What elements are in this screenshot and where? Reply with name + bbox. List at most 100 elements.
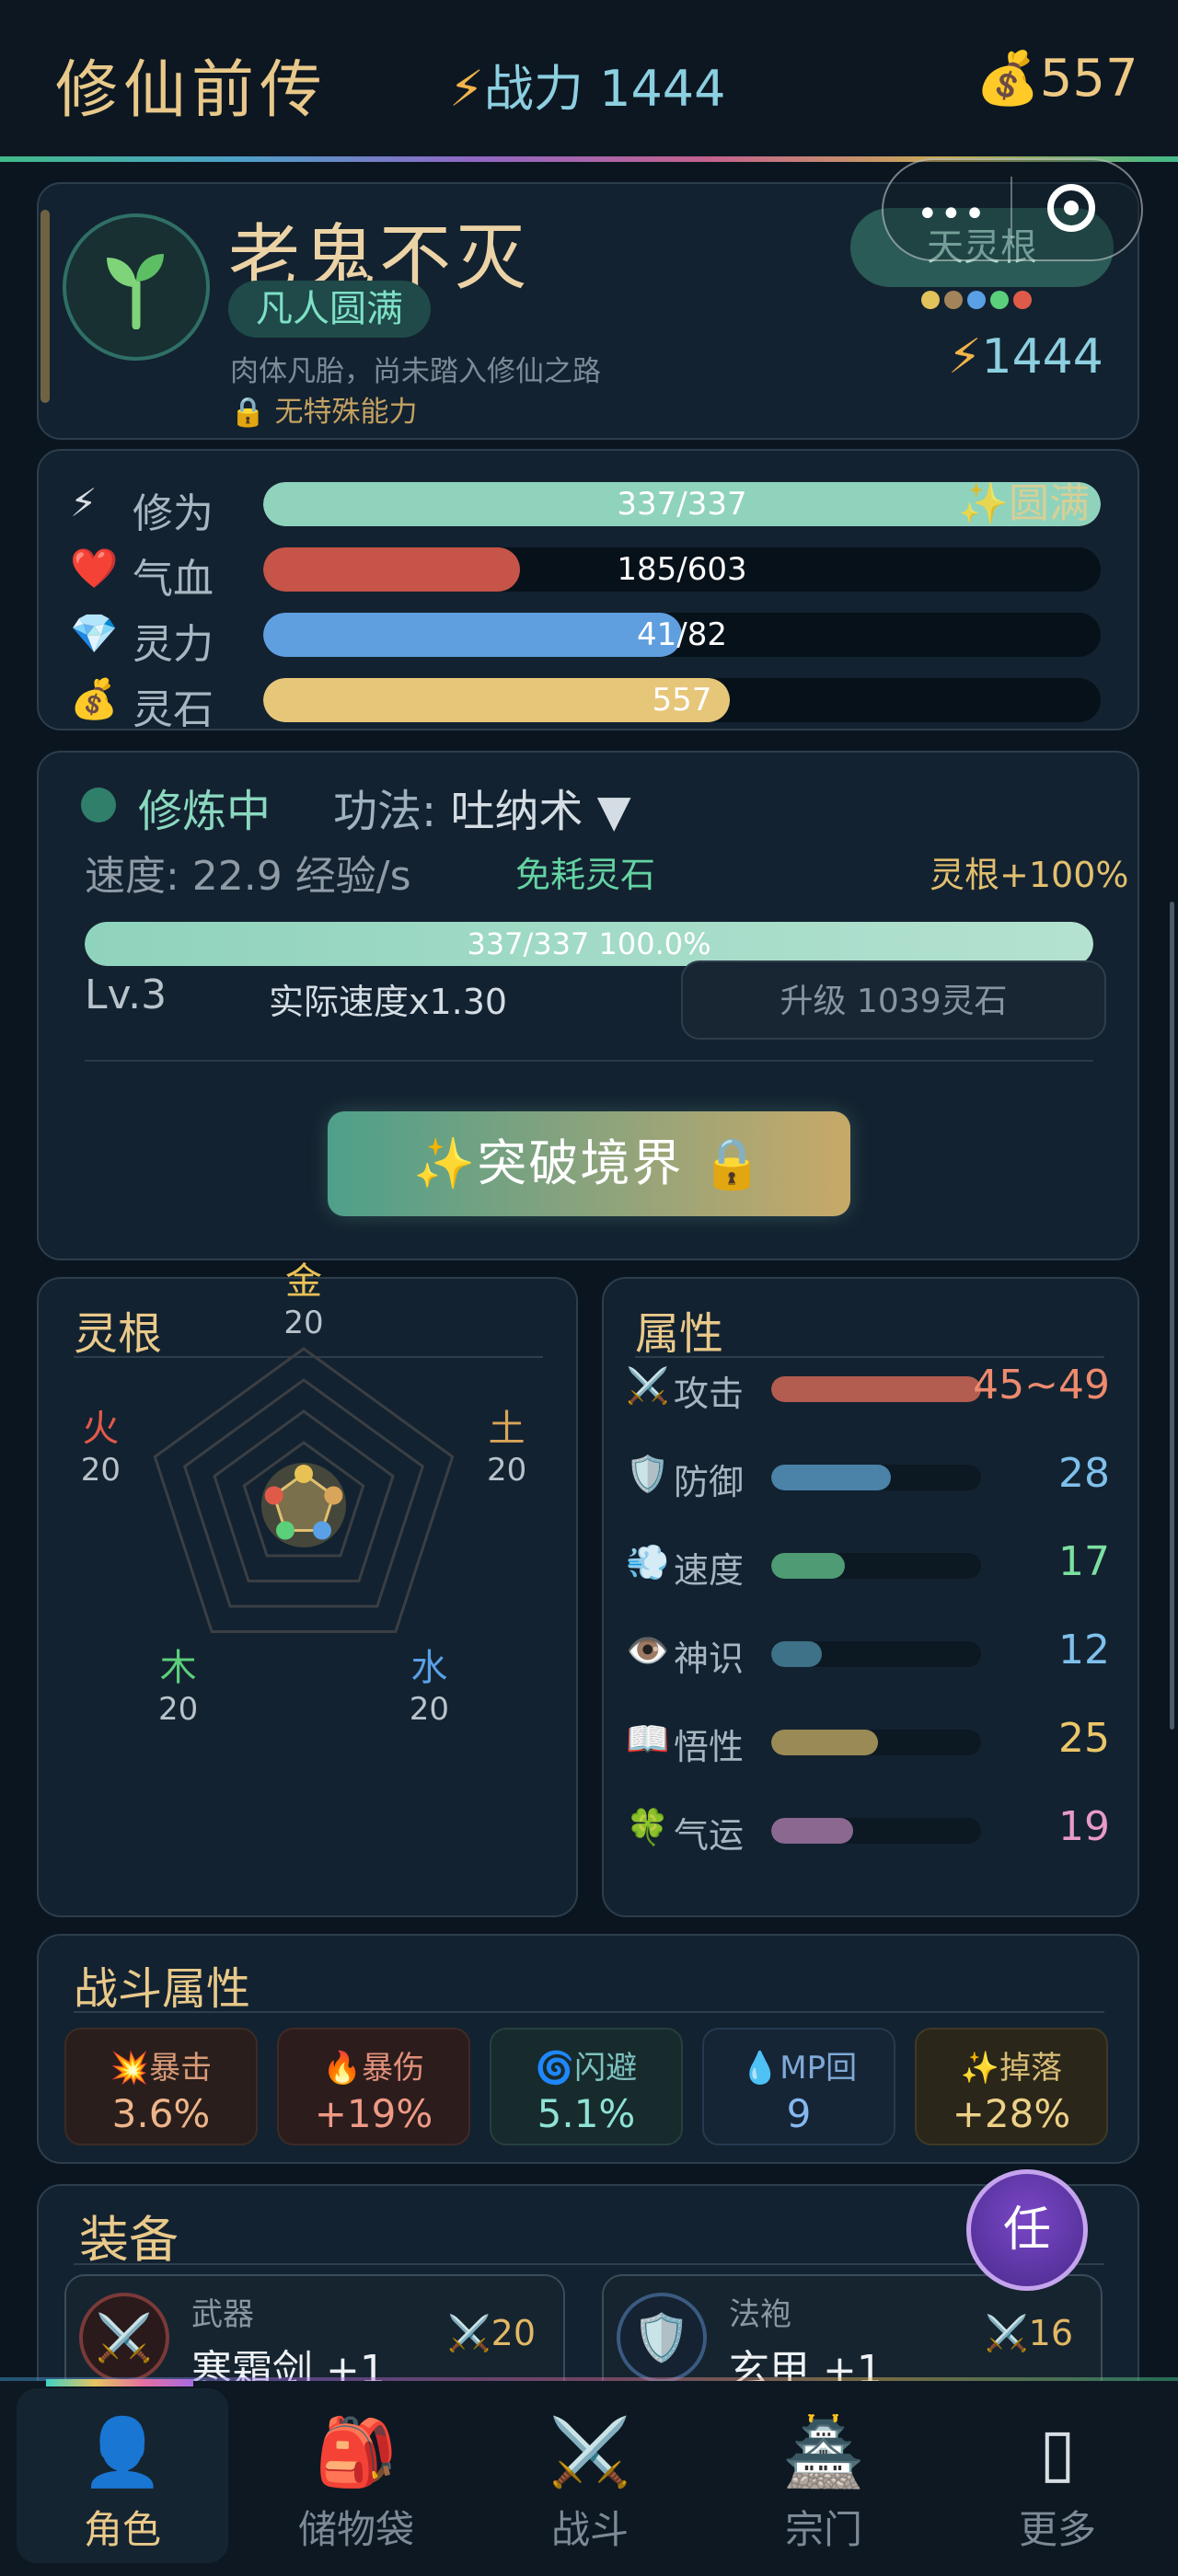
attr-bar-fill xyxy=(771,1553,845,1579)
element-value: 20 xyxy=(283,1305,324,1341)
battle-stat-value: 3.6% xyxy=(111,2091,211,2136)
element-label-1: 土 20 xyxy=(470,1398,544,1489)
radar-point-3 xyxy=(276,1521,295,1540)
attr-label: 悟性 xyxy=(674,1727,745,1767)
stat-label: 修为 xyxy=(133,490,214,537)
battle-stat-crit-rate: 💥暴击 3.6% xyxy=(64,2028,258,2145)
battle-stat-label: 🌀闪避 xyxy=(535,2050,638,2087)
capsule-divider xyxy=(1011,177,1012,243)
root-element-dot xyxy=(944,291,963,309)
lightning-icon: ⚡ xyxy=(948,329,982,385)
pagoda-icon: 🏯 xyxy=(782,2413,865,2490)
cultivation-speed: 速度: 22.9 经验/s xyxy=(85,853,411,900)
breakthrough-button[interactable]: ✨突破境界 🔒 xyxy=(328,1111,850,1216)
swords-icon: ⚔️ xyxy=(626,1365,670,1406)
money-bag-icon: 💰 xyxy=(976,49,1040,109)
attr-value: 28 xyxy=(1058,1450,1110,1497)
attr-bar-fill xyxy=(771,1465,891,1490)
task-floating-button[interactable]: 任 xyxy=(966,2169,1088,2291)
battle-stat-dodge: 🌀闪避 5.1% xyxy=(490,2028,683,2145)
shield-icon: 🛡️ xyxy=(617,2293,707,2383)
nav-battle[interactable]: ⚔️ 战斗 xyxy=(484,2388,696,2563)
technique-label: 功法: xyxy=(333,786,437,837)
attr-value: 17 xyxy=(1058,1538,1110,1585)
more-options-icon[interactable]: ••• xyxy=(917,193,987,236)
scrollbar[interactable] xyxy=(1170,902,1174,1730)
attr-row-luck: 🍀 气运 19 xyxy=(626,1801,1114,1857)
element-name: 木 xyxy=(159,1646,197,1689)
equipment-title: 装备 xyxy=(79,2211,179,2269)
radar-point-0 xyxy=(294,1465,313,1483)
attr-bar xyxy=(771,1818,981,1844)
attr-value: 45~49 xyxy=(973,1362,1110,1409)
nav-label: 角色 xyxy=(83,2507,161,2552)
wind-icon: 💨 xyxy=(626,1542,670,1582)
exp-progress-text: 337/337 100.0% xyxy=(467,926,711,961)
nav-label: 战斗 xyxy=(550,2507,629,2552)
stat-bar: 337/337 ✨圆满 xyxy=(263,482,1101,526)
profile-accent-bar xyxy=(40,210,50,403)
attr-bar xyxy=(771,1730,981,1755)
technique-selector[interactable]: 功法: 吐纳术 ▼ xyxy=(333,775,631,839)
element-value: 20 xyxy=(409,1690,449,1728)
divider xyxy=(74,2011,1104,2013)
swords-icon: ⚔️ xyxy=(549,2413,631,2490)
battle-stat-label: ✨掉落 xyxy=(960,2050,1063,2087)
stat-row-mana: 💎 灵力 41/82 xyxy=(70,607,1138,668)
element-name: 火 xyxy=(82,1408,120,1451)
attributes-title: 属性 xyxy=(635,1308,724,1360)
app-title: 修仙前传 xyxy=(55,54,329,127)
nav-label: 宗门 xyxy=(784,2507,862,2552)
person-icon: 👤 xyxy=(81,2413,164,2490)
nav-character[interactable]: 👤 角色 xyxy=(17,2388,228,2563)
divider xyxy=(635,1356,1104,1358)
header-power: ⚡战力 1444 xyxy=(449,48,726,121)
nav-more[interactable]: ▯ 更多 xyxy=(952,2388,1163,2563)
avatar[interactable] xyxy=(63,213,210,361)
nav-bag[interactable]: 🎒 储物袋 xyxy=(250,2388,462,2563)
stat-bar: 185/603 xyxy=(263,547,1101,592)
element-label-4: 火 20 xyxy=(64,1398,137,1489)
exp-progress-bar: 337/337 100.0% xyxy=(85,922,1093,966)
nav-label: 更多 xyxy=(1018,2507,1096,2552)
element-label-2: 水 20 xyxy=(392,1638,466,1728)
battle-stat-mp-regen: 💧MP回 9 xyxy=(702,2028,895,2145)
target-icon[interactable] xyxy=(1047,184,1095,232)
more-icon: ▯ xyxy=(1039,2413,1076,2490)
attr-bar xyxy=(771,1553,981,1579)
spirit-root-dots xyxy=(921,291,1036,313)
battle-stat-crit-damage: 🔥暴伤 +19% xyxy=(277,2028,470,2145)
nav-label: 储物袋 xyxy=(297,2507,414,2552)
equip-slot: 法袍 xyxy=(729,2296,791,2333)
root-element-dot xyxy=(990,291,1009,309)
miniprogram-capsule: ••• xyxy=(882,158,1143,261)
header-gold: 💰557 xyxy=(976,48,1138,109)
cultivation-status: 修炼中 xyxy=(138,786,271,837)
header-power-text: 战力 1444 xyxy=(483,60,726,118)
divider xyxy=(85,1060,1093,1062)
technique-name: 吐纳术 ▼ xyxy=(450,786,631,837)
status-indicator-icon xyxy=(81,788,116,822)
attr-bar-fill xyxy=(771,1818,853,1844)
stat-bar-text: 557 xyxy=(652,682,712,719)
attr-row-attack: ⚔️ 攻击 45~49 xyxy=(626,1360,1114,1415)
sprout-icon xyxy=(107,254,164,329)
battle-stat-label: 🔥暴伤 xyxy=(322,2050,425,2087)
attr-label: 气运 xyxy=(674,1815,745,1856)
stat-row-cultivation: ⚡ 修为 337/337 ✨圆满 xyxy=(70,477,1138,537)
attr-value: 25 xyxy=(1058,1715,1110,1762)
header-gold-value: 557 xyxy=(1039,49,1138,109)
gem-icon: 💎 xyxy=(70,611,119,656)
nav-sect[interactable]: 🏯 宗门 xyxy=(718,2388,930,2563)
stat-bar-text: 41/82 xyxy=(637,616,727,653)
stat-bar: 557 xyxy=(263,678,1101,722)
equip-power: ⚔️20 xyxy=(447,2313,536,2353)
money-bag-icon: 💰 xyxy=(70,676,119,721)
stat-label: 灵力 xyxy=(133,621,214,668)
element-label-0: 金 20 xyxy=(267,1251,341,1341)
upgrade-button[interactable]: 升级 1039灵石 xyxy=(681,960,1106,1040)
root-element-dot xyxy=(921,291,940,309)
element-name: 金 xyxy=(285,1260,322,1303)
element-name: 水 xyxy=(410,1646,448,1689)
stat-label: 气血 xyxy=(133,556,214,603)
